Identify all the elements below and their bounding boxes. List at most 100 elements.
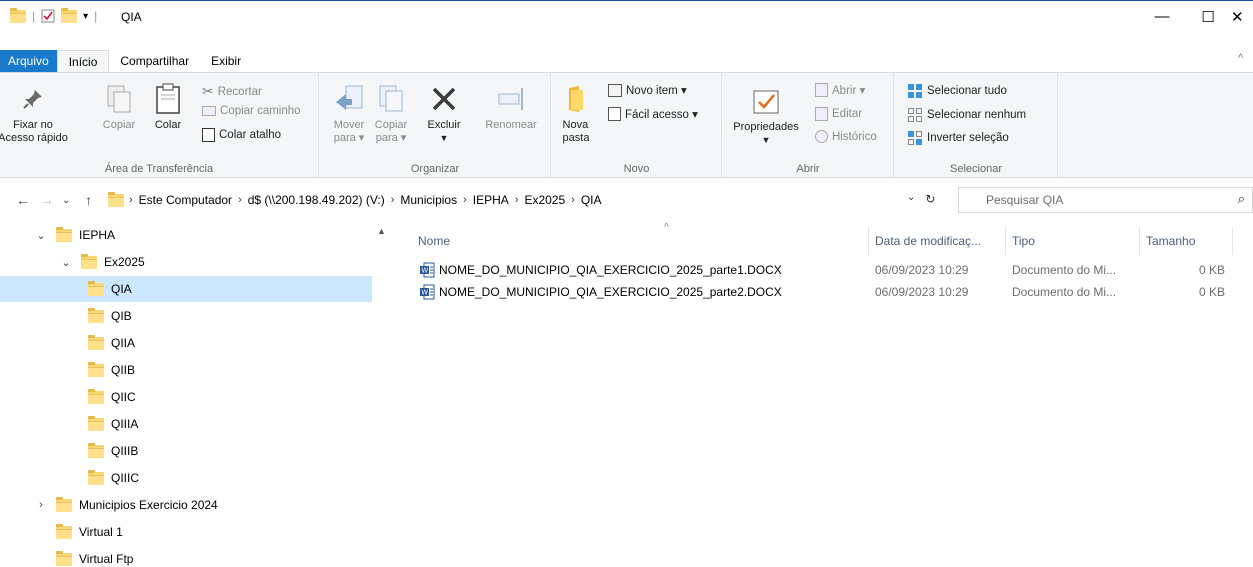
tab-exibir[interactable]: Exibir [200,50,252,72]
nav-item[interactable]: Virtual Ftp [0,546,372,567]
minimize-button[interactable]: — [1139,1,1185,32]
word-document-icon: W [420,284,435,300]
column-size-header[interactable]: Tamanho [1146,227,1195,255]
file-row[interactable]: W NOME_DO_MUNICIPIO_QIA_EXERCICIO_2025_pa… [414,259,1234,281]
copy-to-button[interactable]: Copiar para ▾ [372,83,410,145]
nav-item[interactable]: QIIA [0,330,372,356]
new-folder-button[interactable]: Nova pasta [558,83,594,145]
nav-item[interactable]: QIIC [0,384,372,410]
history-button[interactable]: Histórico [815,130,877,143]
customize-qat-icon[interactable]: ▾ [83,11,88,22]
move-to-label: Mover para ▾ [333,119,365,144]
select-all-button[interactable]: Selecionar tudo [907,83,1007,99]
nav-item[interactable]: ⌄ Ex2025 [0,249,372,275]
cut-button[interactable]: ✂ Recortar [202,83,262,100]
up-arrow-icon[interactable]: ↑ [85,192,92,208]
invert-selection-label: Inverter seleção [927,132,1009,144]
nav-item[interactable]: QIIB [0,357,372,383]
nav-item[interactable]: QIIIA [0,411,372,437]
properties-button[interactable]: Propriedades ▼ [729,85,803,147]
forward-arrow-icon[interactable]: → [40,192,54,208]
copy-button[interactable]: Copiar [98,83,140,132]
nav-item[interactable]: Virtual 1 [0,519,372,545]
edit-button[interactable]: Editar [815,107,862,121]
crumb-drive[interactable]: d$ (\\200.198.49.202) (V:) [248,193,385,207]
new-folder-icon[interactable] [61,7,78,23]
crumb-este-computador[interactable]: Este Computador [139,193,232,207]
column-name-label: Nome [418,234,451,248]
delete-dropdown-icon: ▼ [439,133,449,143]
crumb-qia[interactable]: QIA [581,193,602,207]
file-name-cell[interactable]: W NOME_DO_MUNICIPIO_QIA_EXERCICIO_2025_pa… [419,262,782,278]
maximize-button[interactable]: ☐ [1185,1,1231,32]
nav-item-label: QIIA [111,336,136,350]
nav-item-label: Virtual 1 [79,525,123,539]
crumb-iepha[interactable]: IEPHA [473,193,509,207]
nav-scrollbar[interactable]: ▲ [373,222,390,567]
column-name-header[interactable]: Nome [418,227,450,255]
nav-item-label: QIA [111,282,132,296]
cut-label: Recortar [217,85,262,98]
scroll-up-icon[interactable]: ▲ [377,226,386,236]
collapse-ribbon-icon[interactable]: ^ [1238,53,1243,64]
expand-chevron-icon[interactable]: ⌄ [59,256,73,269]
nav-item-label: Municipios Exercicio 2024 [79,498,218,512]
breadcrumb[interactable]: › Este Computador › d$ (\\200.198.49.202… [129,187,949,213]
nav-item[interactable]: QIA [0,276,372,302]
column-type-header[interactable]: Tipo [1012,227,1035,255]
nav-item-label: QIIC [111,390,136,404]
column-date-header[interactable]: Data de modificaç... [875,227,981,255]
copy-path-button[interactable]: Copiar caminho [202,105,301,117]
tab-compartilhar[interactable]: Compartilhar [109,50,200,72]
paste-icon [152,83,184,115]
new-folder-big-icon [560,83,592,115]
paste-button[interactable]: Colar [146,83,190,132]
address-dropdown-icon[interactable]: ⌄ [907,192,915,206]
delete-button[interactable]: Excluir ▼ [420,83,468,145]
folder-icon [56,226,72,242]
file-date: 06/09/2023 10:29 [875,263,969,277]
nav-item[interactable]: QIB [0,303,372,329]
open-button[interactable]: Abrir ▾ [815,83,865,97]
search-input[interactable]: Pesquisar QIA [958,187,1253,213]
tab-arquivo[interactable]: Arquivo [0,50,57,72]
expand-chevron-icon[interactable]: ⌄ [34,229,48,242]
clipboard-group: Fixar no Acesso rápido Copiar Colar ✂ Re… [0,73,319,177]
nav-item-label: QIB [111,309,132,323]
crumb-ex2025[interactable]: Ex2025 [524,193,565,207]
file-row[interactable]: W NOME_DO_MUNICIPIO_QIA_EXERCICIO_2025_pa… [414,281,1234,303]
nav-item[interactable]: QIIIB [0,438,372,464]
folder-icon [81,253,97,269]
close-button[interactable]: ✕ [1231,1,1253,32]
recent-locations-icon[interactable]: ⌄ [62,195,70,206]
paste-shortcut-button[interactable]: Colar atalho [202,128,281,142]
rename-label: Renomear [485,119,537,131]
select-none-button[interactable]: Selecionar nenhum [907,107,1026,123]
back-arrow-icon[interactable]: ← [16,192,30,208]
organize-group-label: Organizar [410,163,460,175]
invert-selection-button[interactable]: Inverter seleção [907,130,1009,146]
file-name-cell[interactable]: W NOME_DO_MUNICIPIO_QIA_EXERCICIO_2025_pa… [419,284,782,300]
nav-item[interactable]: QIIIC [0,465,372,491]
new-item-button[interactable]: Novo item ▾ [608,83,687,97]
nav-item[interactable]: ⌄ IEPHA [0,222,372,248]
search-icon[interactable]: ⌕ [1238,191,1245,207]
folder-icon [88,334,104,350]
easy-access-label: Fácil acesso ▾ [625,109,698,121]
tab-inicio[interactable]: Início [56,50,110,72]
nav-item-label: QIIIC [111,471,140,485]
refresh-icon[interactable]: ↻ [925,192,935,206]
file-list: Nome ^ Data de modificaç... Tipo Tamanho… [402,222,1253,567]
properties-check-icon[interactable] [41,9,55,23]
collapse-chevron-icon[interactable]: › [34,499,48,511]
easy-access-button[interactable]: Fácil acesso ▾ [608,107,698,121]
nav-item[interactable]: › Municipios Exercicio 2024 [0,492,372,518]
rename-button[interactable]: Renomear [480,83,542,132]
crumb-municipios[interactable]: Municipios [400,193,457,207]
move-to-button[interactable]: Mover para ▾ [330,83,368,145]
new-item-label: Novo item ▾ [626,85,687,97]
pin-quick-access-button[interactable]: Fixar no Acesso rápido [0,83,68,145]
history-label: Histórico [832,130,877,143]
pin-label: Fixar no Acesso rápido [0,119,68,144]
file-size: 0 KB [1199,263,1226,277]
